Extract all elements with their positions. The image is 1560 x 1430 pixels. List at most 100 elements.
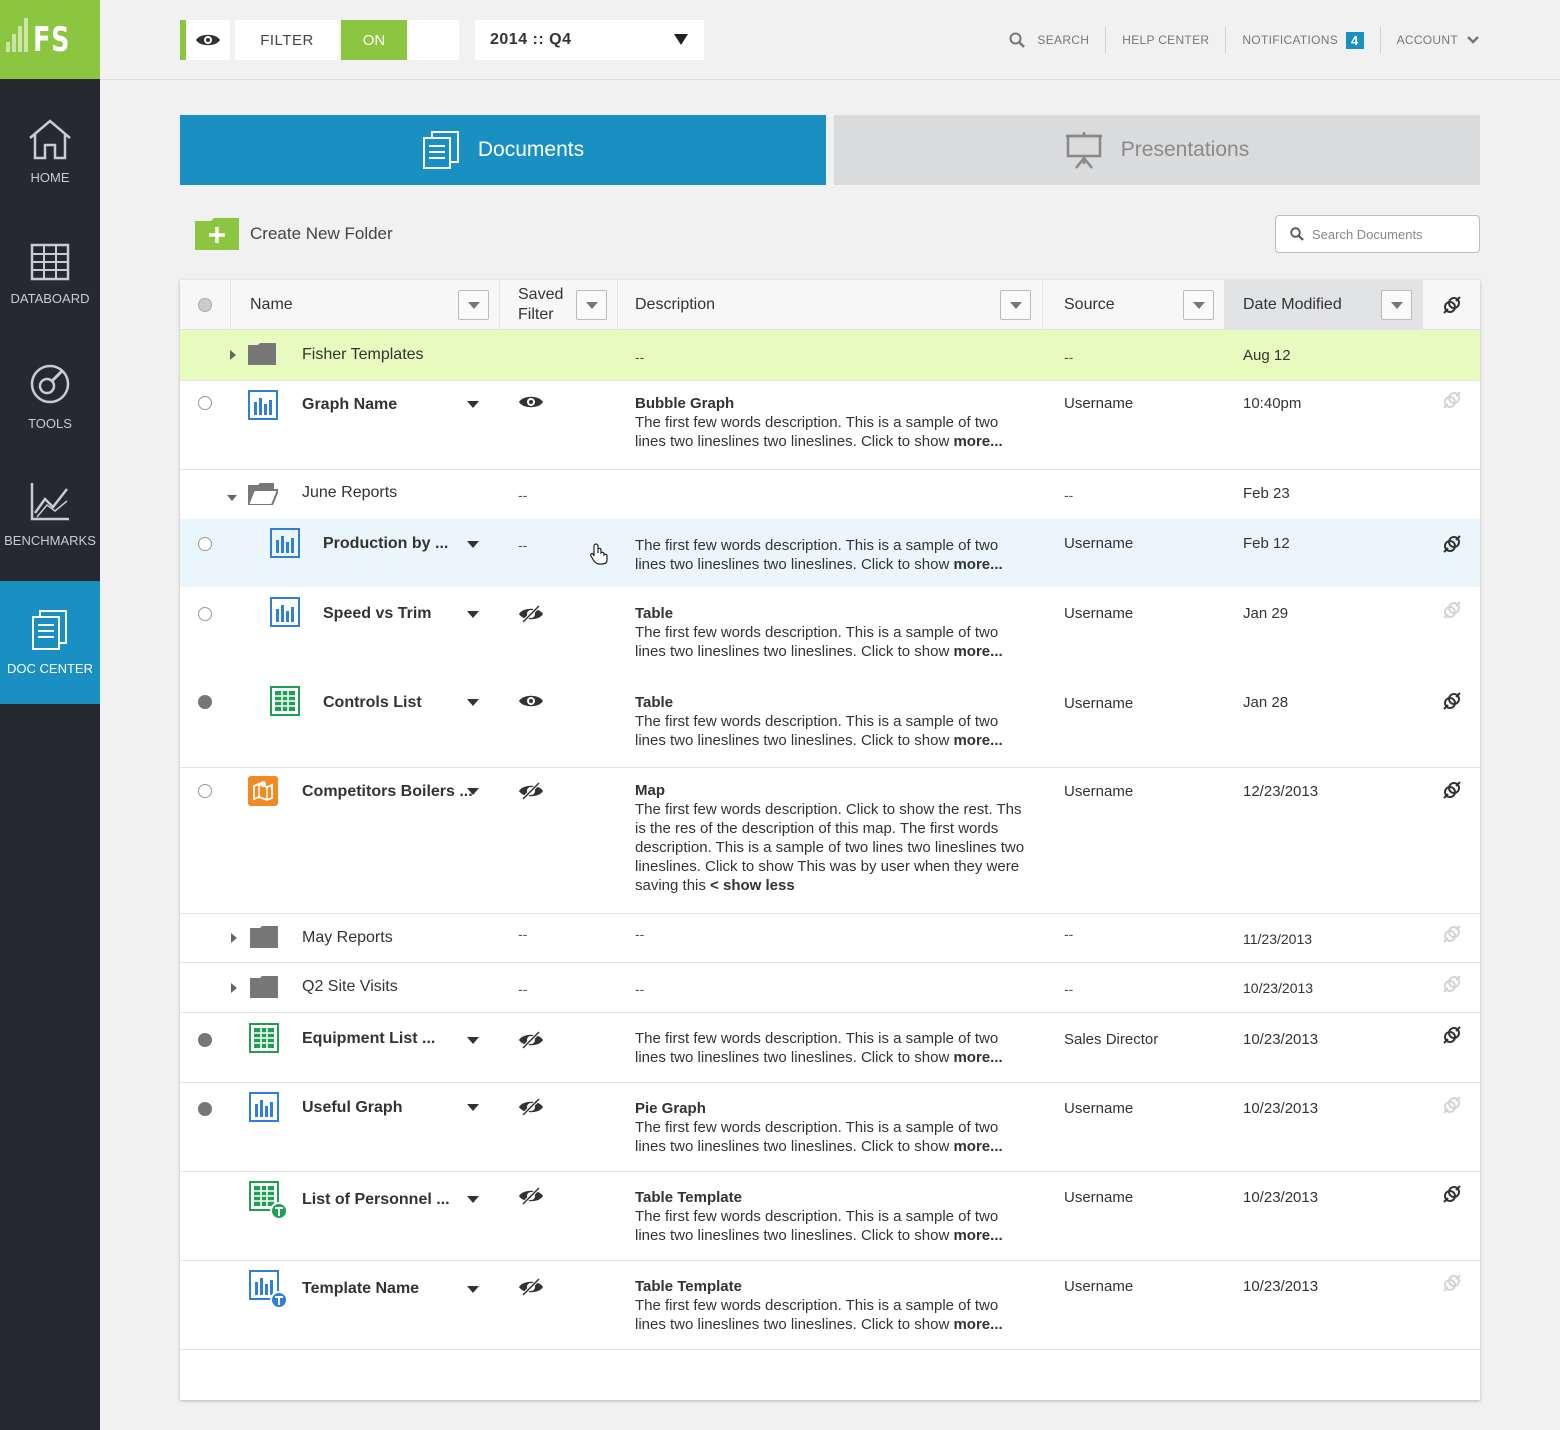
column-date-modified[interactable]: Date Modified (1243, 280, 1342, 330)
eye-hidden-icon[interactable] (518, 604, 544, 628)
row-description[interactable]: Pie Graph The first few words description… (635, 1099, 1025, 1156)
row-menu-dropdown[interactable] (467, 611, 479, 618)
more-link[interactable]: more... (953, 1049, 1002, 1066)
table-row[interactable]: Production by ... -- The first few words… (180, 519, 1480, 587)
table-row[interactable]: Competitors Boilers ... Map The first few… (180, 768, 1480, 914)
row-description[interactable]: Table The first few words description. Th… (635, 693, 1025, 750)
more-link[interactable]: more... (953, 732, 1002, 749)
link-icon[interactable] (1442, 1273, 1462, 1298)
link-icon[interactable] (1442, 974, 1462, 999)
table-row[interactable]: Q2 Site Visits -- -- -- 10/23/2013 (180, 963, 1480, 1013)
column-saved-filter[interactable]: Saved Filter (518, 280, 563, 330)
table-row[interactable]: List of Personnel ... Table Template The … (180, 1172, 1480, 1261)
expand-icon[interactable] (230, 350, 236, 360)
table-row[interactable]: Controls List Table The first few words d… (180, 676, 1480, 768)
sidebar-item-benchmarks[interactable]: BENCHMARKS (0, 481, 100, 581)
row-description[interactable]: Map The first few words description. Clic… (635, 781, 1025, 895)
saved-filter-sort-button[interactable] (576, 290, 607, 320)
expand-icon[interactable] (231, 983, 237, 993)
create-folder-button[interactable]: Create New Folder (195, 218, 393, 250)
sidebar-item-databoard[interactable]: DATABOARD (0, 243, 100, 343)
more-link[interactable]: more... (953, 1138, 1002, 1155)
row-select-radio[interactable] (198, 607, 212, 621)
eye-icon[interactable] (518, 693, 544, 714)
eye-hidden-icon[interactable] (518, 1097, 544, 1121)
more-link[interactable]: more... (953, 433, 1002, 450)
table-row[interactable]: Template Name Table Template The first fe… (180, 1261, 1480, 1350)
expand-icon[interactable] (231, 933, 237, 943)
sidebar-item-tools[interactable]: TOOLS (0, 362, 100, 472)
notifications-link[interactable]: NOTIFICATIONS 4 (1225, 27, 1379, 53)
link-icon[interactable] (1442, 1095, 1462, 1120)
row-description[interactable]: Table The first few words description. Th… (635, 604, 1025, 661)
more-link[interactable]: more... (953, 1227, 1002, 1244)
link-icon[interactable] (1442, 1184, 1462, 1209)
description-sort-button[interactable] (1000, 290, 1031, 320)
link-icon[interactable] (1442, 780, 1462, 805)
eye-hidden-icon[interactable] (518, 1186, 544, 1210)
column-description[interactable]: Description (635, 280, 715, 330)
tab-presentations[interactable]: Presentations (834, 115, 1480, 185)
collapse-icon[interactable] (227, 495, 237, 501)
search-documents-input[interactable] (1312, 226, 1462, 242)
column-name[interactable]: Name (250, 280, 293, 330)
table-row[interactable]: June Reports -- -- Feb 23 (180, 470, 1480, 519)
name-sort-button[interactable] (458, 290, 489, 320)
eye-hidden-icon[interactable] (518, 1030, 544, 1054)
filter-button[interactable]: FILTER (235, 20, 339, 60)
select-all-checkbox[interactable] (198, 298, 212, 312)
link-icon[interactable] (1442, 390, 1462, 415)
filter-toggle-on[interactable]: ON (341, 20, 407, 60)
show-less-link[interactable]: < show less (710, 877, 795, 894)
table-row[interactable]: Speed vs Trim Table The first few words d… (180, 587, 1480, 676)
row-select-radio[interactable] (198, 695, 212, 709)
row-select-radio[interactable] (198, 537, 212, 551)
row-menu-dropdown[interactable] (467, 1037, 479, 1044)
sidebar-item-home[interactable]: HOME (0, 118, 100, 218)
link-icon[interactable] (1442, 295, 1462, 320)
date-sort-button[interactable] (1381, 290, 1412, 320)
row-menu-dropdown[interactable] (467, 1286, 479, 1293)
period-select[interactable]: 2014 :: Q4 (475, 20, 704, 60)
table-row[interactable]: Fisher Templates -- -- Aug 12 (180, 330, 1480, 381)
link-icon[interactable] (1442, 534, 1462, 559)
row-select-radio[interactable] (198, 1033, 212, 1047)
source-sort-button[interactable] (1183, 290, 1214, 320)
search-link[interactable]: SEARCH (993, 27, 1105, 53)
row-description[interactable]: Table Template The first few words descri… (635, 1277, 1025, 1334)
logo[interactable]: FS (0, 0, 100, 79)
eye-hidden-icon[interactable] (518, 781, 544, 805)
filter-toggle-off[interactable] (407, 20, 459, 60)
row-select-radio[interactable] (198, 784, 212, 798)
row-menu-dropdown[interactable] (467, 1104, 479, 1111)
row-select-radio[interactable] (198, 1102, 212, 1116)
more-link[interactable]: more... (953, 643, 1002, 660)
column-source[interactable]: Source (1064, 280, 1115, 330)
row-description[interactable]: The first few words description. This is… (635, 1029, 1025, 1067)
eye-hidden-icon[interactable] (518, 1277, 544, 1301)
eye-icon[interactable] (518, 394, 544, 415)
search-documents[interactable] (1275, 215, 1480, 253)
table-row[interactable]: May Reports -- -- -- 11/23/2013 (180, 914, 1480, 963)
more-link[interactable]: more... (953, 1316, 1002, 1333)
row-menu-dropdown[interactable] (467, 401, 479, 408)
table-row[interactable]: Useful Graph Pie Graph The first few word… (180, 1083, 1480, 1172)
link-icon[interactable] (1442, 600, 1462, 625)
row-description[interactable]: The first few words description. This is… (635, 536, 1025, 574)
table-row[interactable]: Equipment List ... The first few words d… (180, 1013, 1480, 1083)
filter-visibility-button[interactable] (186, 20, 230, 60)
tab-documents[interactable]: Documents (180, 115, 826, 185)
row-description[interactable]: Bubble Graph The first few words descript… (635, 394, 1025, 451)
row-menu-dropdown[interactable] (467, 788, 479, 795)
row-menu-dropdown[interactable] (467, 699, 479, 706)
more-link[interactable]: more... (953, 556, 1002, 573)
help-center-link[interactable]: HELP CENTER (1105, 27, 1225, 53)
table-row[interactable]: Graph Name Bubble Graph The first few wor… (180, 381, 1480, 470)
sidebar-item-doc-center[interactable]: DOC CENTER (0, 581, 100, 704)
link-icon[interactable] (1442, 691, 1462, 716)
row-menu-dropdown[interactable] (467, 541, 479, 548)
row-menu-dropdown[interactable] (467, 1196, 479, 1203)
link-icon[interactable] (1442, 1025, 1462, 1050)
row-description[interactable]: Table Template The first few words descri… (635, 1188, 1025, 1245)
row-select-radio[interactable] (198, 396, 212, 410)
